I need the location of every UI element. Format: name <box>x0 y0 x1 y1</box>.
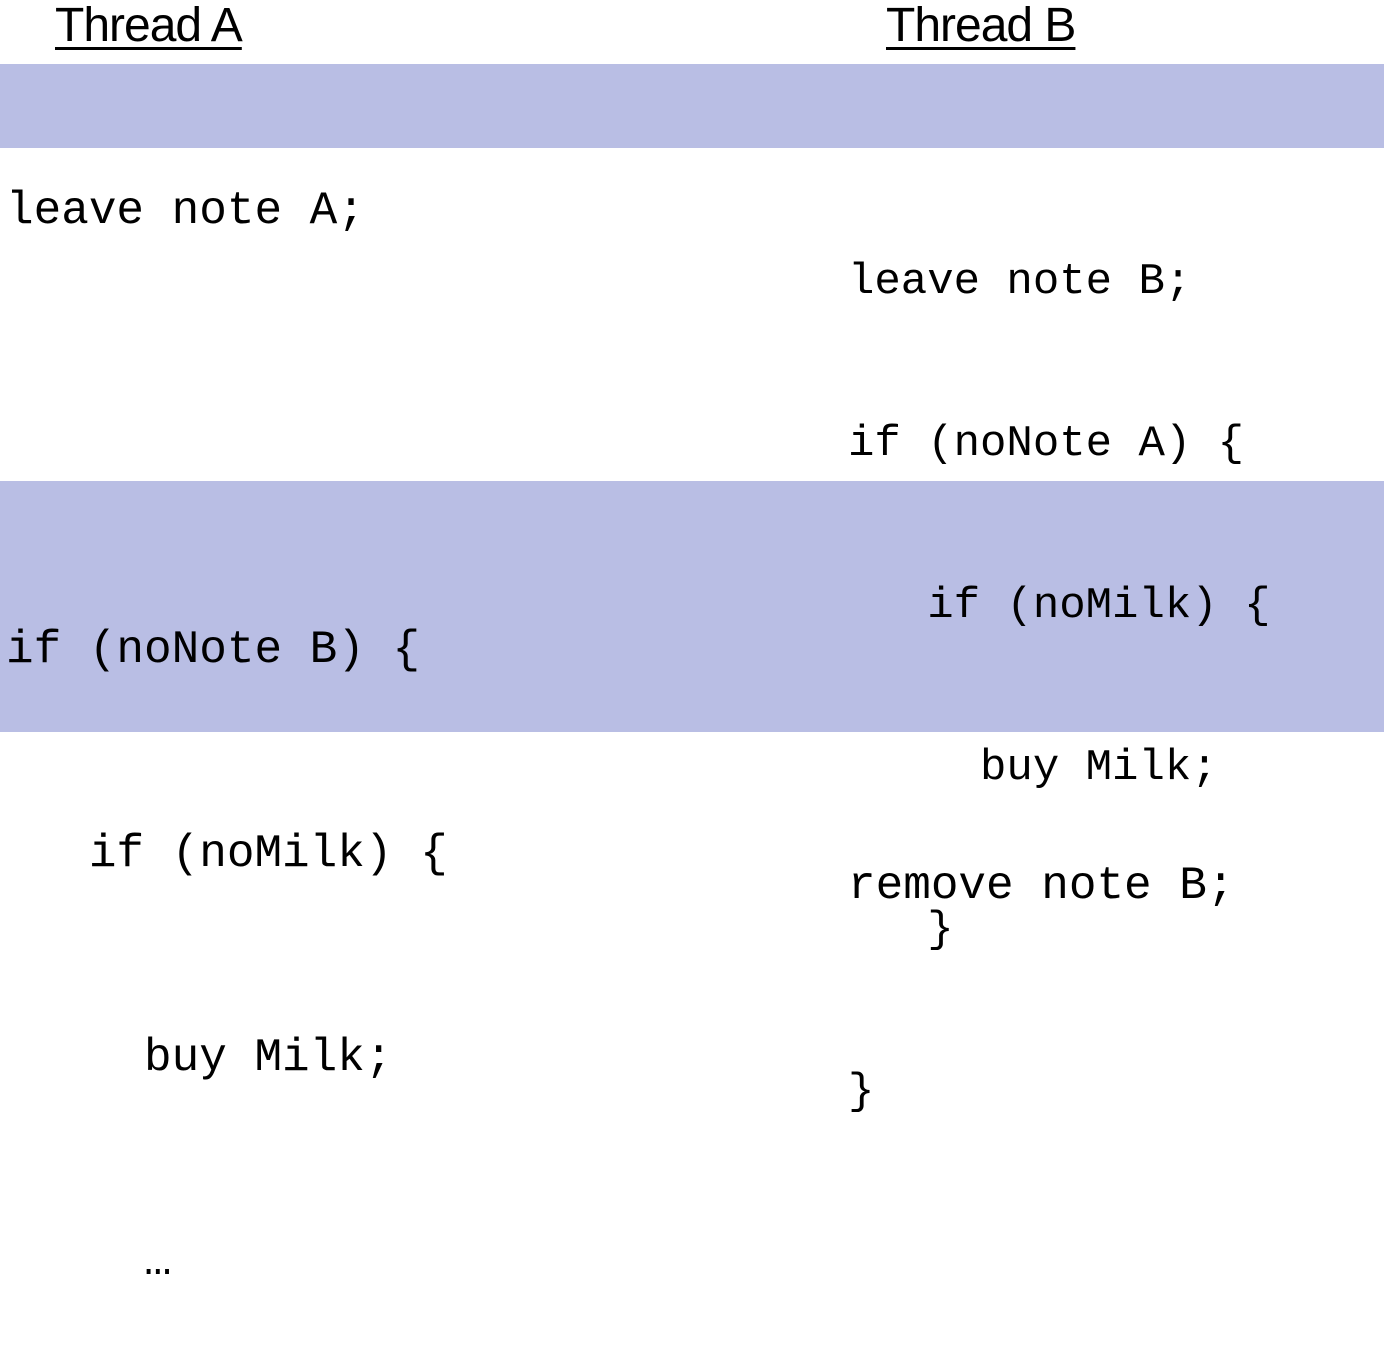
thread-a-code-step1: leave note A; <box>6 76 365 292</box>
code-line: buy Milk; <box>6 1032 393 1084</box>
thread-a-header: Thread A <box>55 0 243 52</box>
thread-b-code-step2: remove note B; <box>848 751 1234 967</box>
code-line: if (noNote A) { <box>848 419 1245 469</box>
code-line: } <box>848 1067 875 1117</box>
code-line: if (noNote B) { <box>6 624 421 676</box>
code-line: if (noMilk) { <box>6 828 448 880</box>
code-line: leave note B; <box>848 257 1192 307</box>
thread-b-code-step1: leave note B; if (noNote A) { if (noMilk… <box>848 147 1270 1173</box>
code-line: remove note B; <box>848 860 1235 912</box>
thread-a-code-step2: if (noNote B) { if (noMilk) { buy Milk; … <box>6 480 448 1364</box>
code-line: if (noMilk) { <box>848 581 1271 631</box>
code-line: leave note A; <box>6 185 365 237</box>
code-line: … <box>6 1236 172 1288</box>
thread-b-header: Thread B <box>886 0 1076 52</box>
